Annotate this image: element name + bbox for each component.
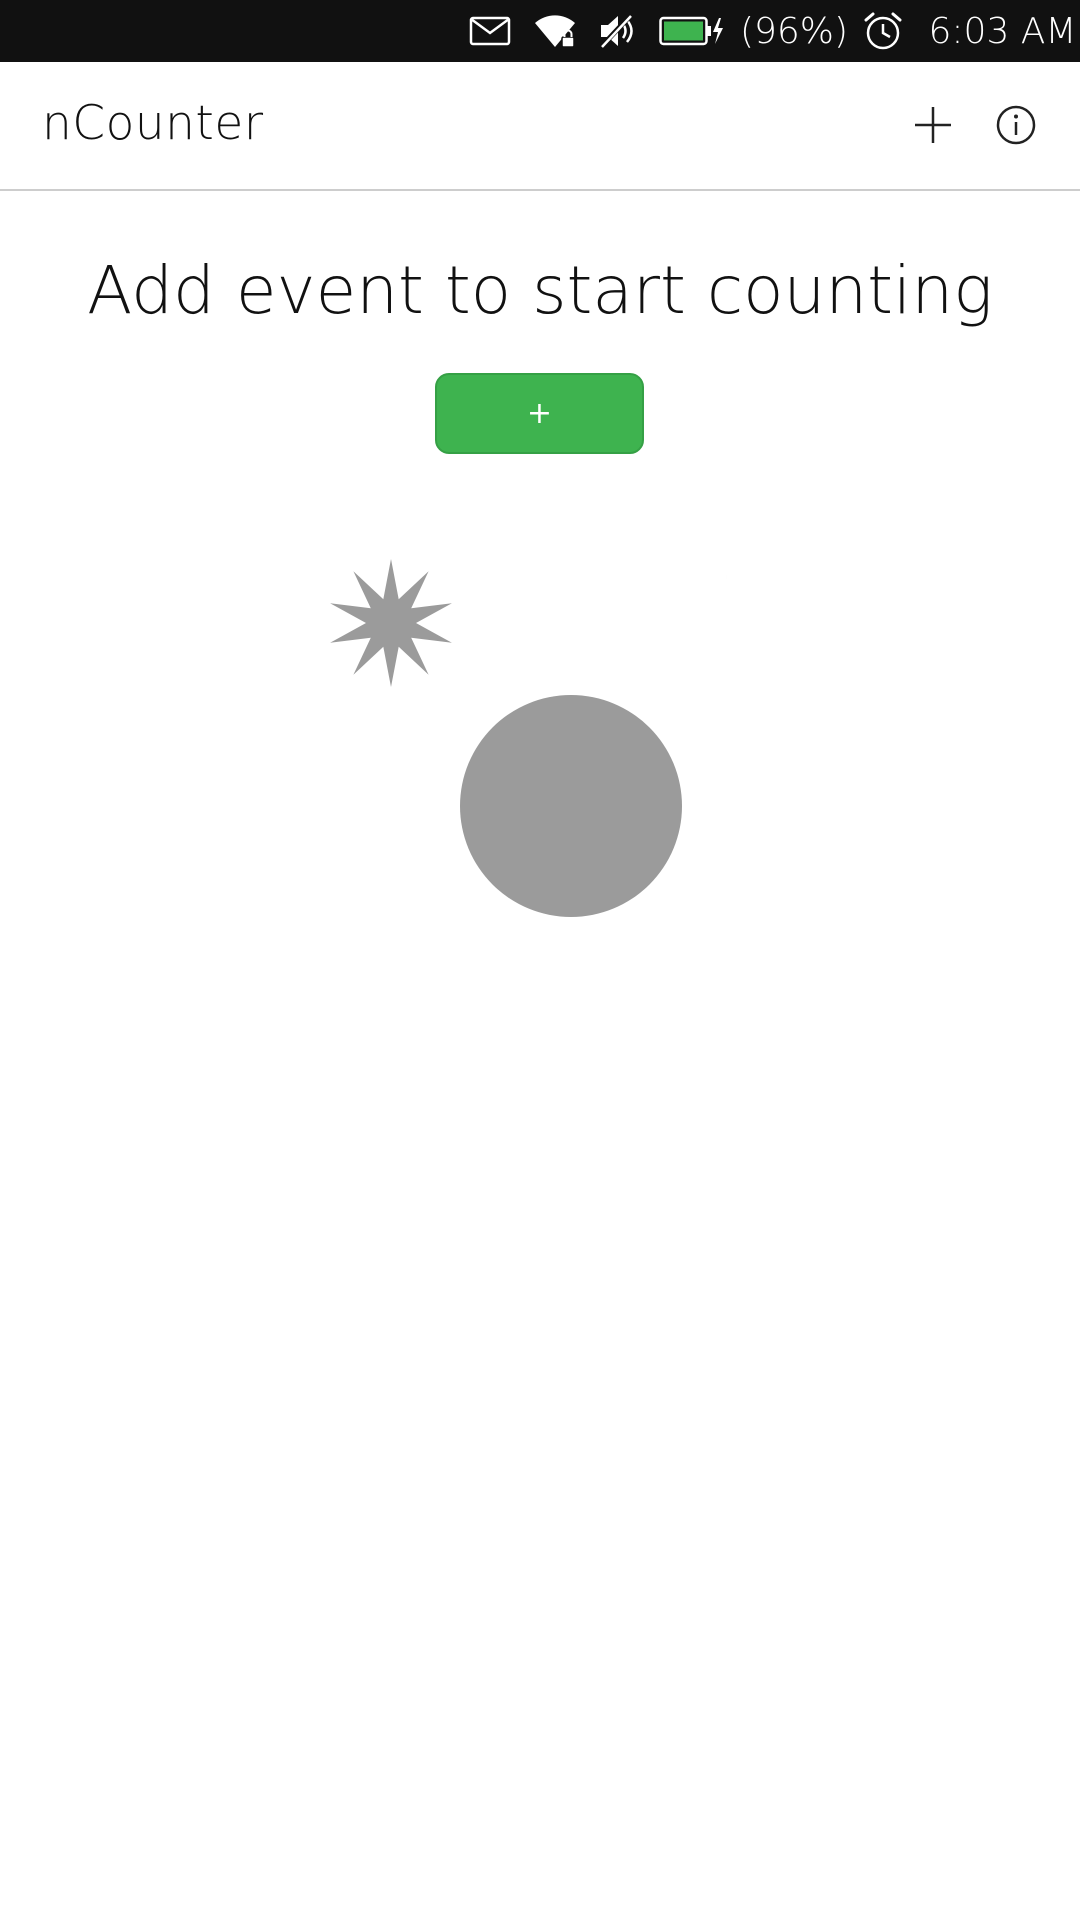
add-icon <box>915 107 951 143</box>
alarm-icon <box>860 0 906 62</box>
volume-muted-icon <box>596 0 638 62</box>
mail-icon <box>468 0 512 62</box>
battery-percent-label: (96%) <box>739 10 849 52</box>
add-event-button-label: + <box>526 396 553 431</box>
wifi-locked-icon <box>532 0 580 62</box>
star-icon <box>330 559 452 687</box>
battery-percent-text: (96%) <box>740 0 848 62</box>
sun-circle-icon <box>460 695 682 917</box>
moon-icon <box>654 508 727 639</box>
page-title: nCounter <box>42 96 264 151</box>
battery-charging-icon <box>658 0 726 62</box>
status-bar: (96%) 6:03 AM <box>0 0 1080 62</box>
add-event-button[interactable]: + <box>435 373 644 454</box>
add-event-header-button[interactable] <box>898 90 968 160</box>
empty-state-message: Add event to start counting <box>87 252 993 329</box>
info-button[interactable] <box>981 90 1051 160</box>
info-icon <box>996 105 1036 145</box>
clock-time: 6:03 AM <box>928 10 1077 52</box>
app-header: nCounter <box>0 62 1080 191</box>
clock: 6:03 AM <box>928 0 1077 62</box>
